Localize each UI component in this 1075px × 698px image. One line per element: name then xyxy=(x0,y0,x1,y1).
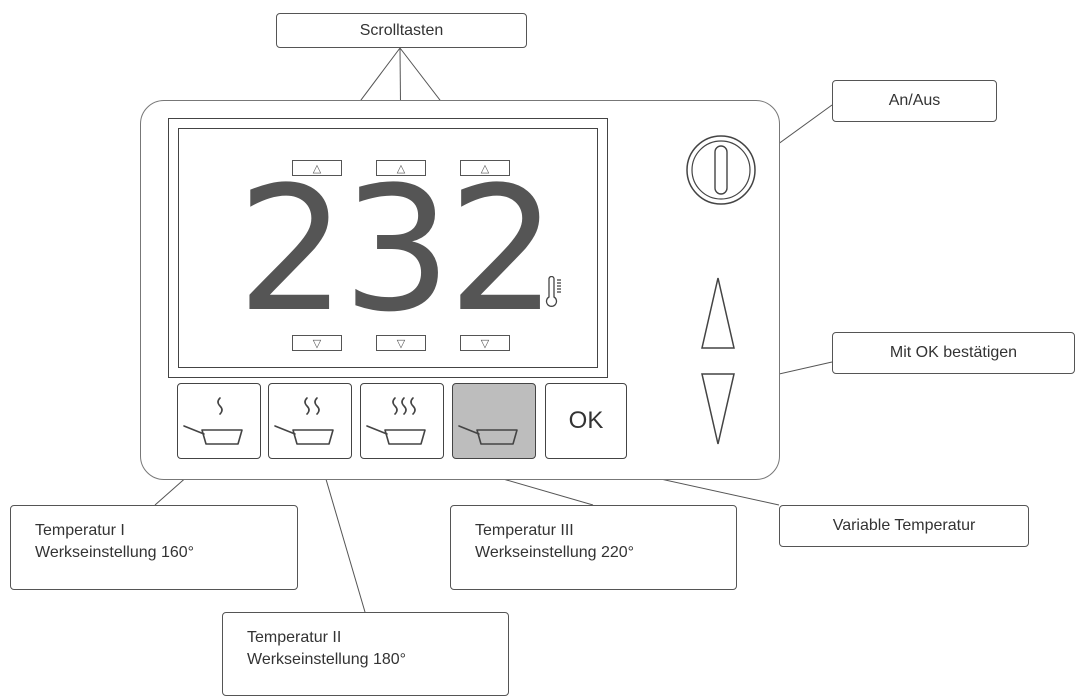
pan-icon xyxy=(366,397,426,445)
callout-temp3-line2: Werkseinstellung 220° xyxy=(475,544,635,561)
temperature-3-button[interactable] xyxy=(360,383,444,459)
temperature-readout: 232 xyxy=(236,149,557,350)
decrease-button[interactable] xyxy=(698,370,738,450)
increase-button[interactable] xyxy=(698,272,738,352)
pan-icon xyxy=(274,397,334,445)
steam-icon xyxy=(304,397,320,415)
control-panel-diagram: △ △ △ ▽ ▽ ▽ 232 OK Scrolltasten An/Aus M… xyxy=(0,0,1075,698)
callout-temp1-line2: Werkseinstellung 160° xyxy=(35,544,195,561)
callout-temp2: Temperatur II Werkseinstellung 180° xyxy=(222,612,509,696)
arrow-up-icon xyxy=(701,277,735,349)
power-button[interactable] xyxy=(684,133,758,207)
callout-power: An/Aus xyxy=(832,80,997,122)
pan-icon xyxy=(458,425,518,445)
callout-temp2-line2: Werkseinstellung 180° xyxy=(247,651,407,668)
callout-temp1-line1: Temperatur I xyxy=(35,522,125,539)
callout-temp2-line1: Temperatur II xyxy=(247,629,342,646)
variable-temperature-button[interactable] xyxy=(452,383,536,459)
callout-scroll-keys: Scrolltasten xyxy=(276,13,527,48)
power-icon xyxy=(714,145,728,195)
steam-icon xyxy=(392,397,416,415)
callout-confirm: Mit OK bestätigen xyxy=(832,332,1075,374)
pan-icon xyxy=(183,397,243,445)
ok-button[interactable]: OK xyxy=(545,383,627,459)
callout-variable: Variable Temperatur xyxy=(779,505,1029,547)
thermometer-icon xyxy=(545,276,561,307)
arrow-down-icon xyxy=(701,373,735,445)
temperature-2-button[interactable] xyxy=(268,383,352,459)
callout-temp3-line1: Temperatur III xyxy=(475,522,574,539)
callout-temp3: Temperatur III Werkseinstellung 220° xyxy=(450,505,737,590)
temperature-1-button[interactable] xyxy=(177,383,261,459)
steam-icon xyxy=(217,397,223,415)
callout-temp1: Temperatur I Werkseinstellung 160° xyxy=(10,505,298,590)
